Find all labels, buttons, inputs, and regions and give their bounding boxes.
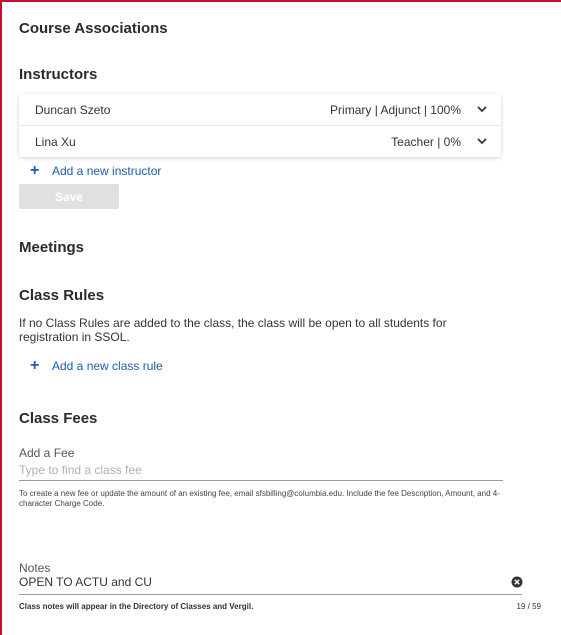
instructor-role: Teacher | 0%: [391, 134, 461, 149]
class-rules-description: If no Class Rules are added to the class…: [19, 316, 447, 344]
notes-help-text: Class notes will appear in the Directory…: [19, 602, 254, 611]
fee-search-input[interactable]: [19, 460, 503, 481]
class-fees-heading: Class Fees: [19, 410, 98, 427]
chevron-down-icon[interactable]: [467, 106, 487, 113]
plus-icon: +: [30, 357, 40, 374]
instructors-heading: Instructors: [19, 66, 98, 83]
instructor-list: Duncan Szeto Primary | Adjunct | 100% Li…: [19, 94, 501, 157]
instructor-role: Primary | Adjunct | 100%: [330, 102, 461, 117]
add-class-rule-label: Add a new class rule: [52, 359, 163, 373]
page-title: Course Associations: [19, 20, 168, 37]
notes-char-count: 19 / 59: [516, 602, 541, 611]
notes-underline: [19, 594, 522, 595]
instructor-row[interactable]: Lina Xu Teacher | 0%: [19, 126, 501, 157]
class-rules-heading: Class Rules: [19, 287, 105, 304]
instructor-row[interactable]: Duncan Szeto Primary | Adjunct | 100%: [19, 94, 501, 126]
meetings-heading: Meetings: [19, 239, 85, 256]
chevron-down-icon[interactable]: [467, 138, 487, 145]
instructor-name: Lina Xu: [35, 134, 76, 149]
notes-label: Notes: [19, 561, 51, 575]
clear-circle-icon[interactable]: [511, 575, 523, 588]
add-instructor-link[interactable]: + Add a new instructor: [30, 162, 162, 179]
add-class-rule-link[interactable]: + Add a new class rule: [30, 357, 163, 374]
notes-field[interactable]: OPEN TO ACTU and CU: [19, 575, 152, 589]
save-instructors-button[interactable]: Save Instructors: [19, 184, 119, 229]
instructor-name: Duncan Szeto: [35, 102, 111, 117]
fee-help-text: To create a new fee or update the amount…: [19, 489, 500, 508]
add-fee-label: Add a Fee: [19, 446, 75, 460]
plus-icon: +: [30, 162, 40, 179]
add-instructor-label: Add a new instructor: [52, 164, 162, 178]
